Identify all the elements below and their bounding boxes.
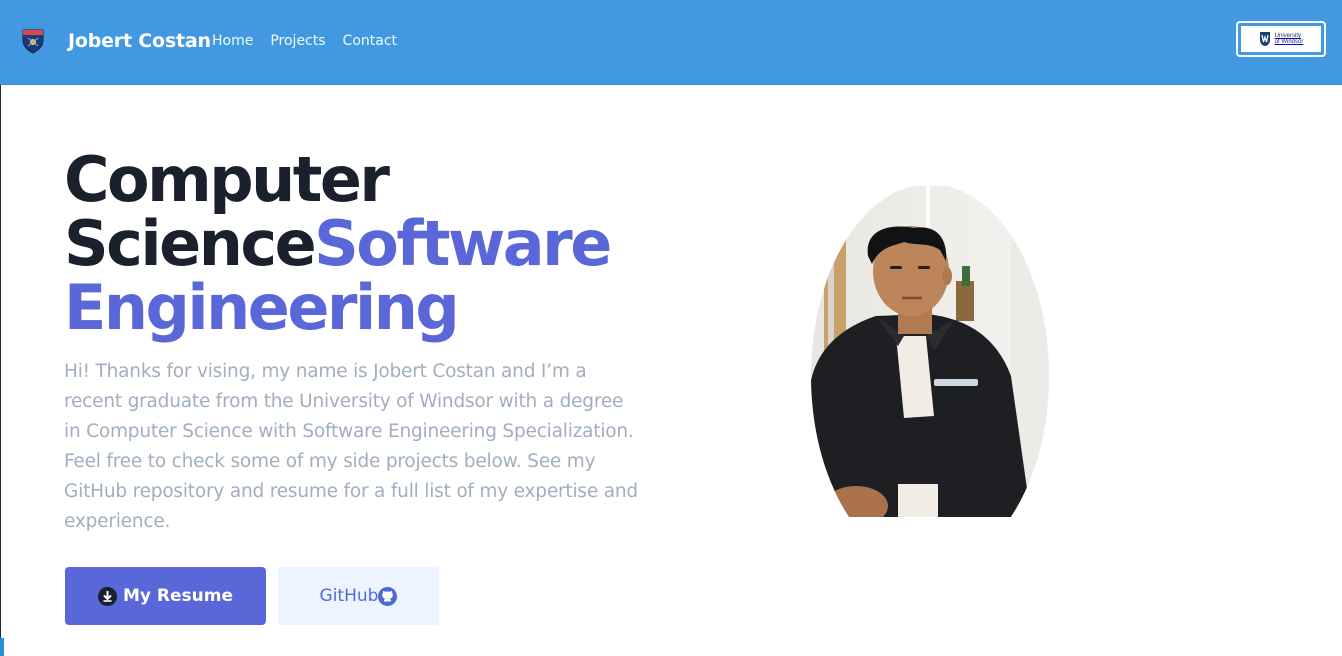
brand-name: Jobert Costan bbox=[68, 30, 211, 52]
nav-link-projects[interactable]: Projects bbox=[270, 33, 325, 49]
top-navbar: Jobert Costan Home Projects Contact Univ… bbox=[0, 0, 1342, 85]
university-crest-icon bbox=[20, 28, 46, 54]
resume-button[interactable]: My Resume bbox=[65, 567, 266, 625]
hero-title-software: Software bbox=[314, 207, 612, 280]
scroll-accent bbox=[0, 638, 4, 656]
university-badge-text: University of Windsor bbox=[1275, 33, 1304, 45]
profile-photo bbox=[806, 186, 1050, 517]
nav-link-contact[interactable]: Contact bbox=[343, 33, 397, 49]
hero-title-line1: Computer bbox=[64, 143, 390, 216]
hero-title: Computer ScienceSoftware Engineering bbox=[64, 148, 684, 340]
main-nav: Home Projects Contact bbox=[212, 33, 397, 49]
brand-link[interactable]: Jobert Costan bbox=[20, 28, 211, 54]
nav-link-home[interactable]: Home bbox=[212, 33, 253, 49]
download-icon bbox=[97, 586, 117, 606]
github-button-label: GitHub bbox=[319, 586, 379, 606]
hero-title-engineering: Engineering bbox=[64, 271, 460, 344]
github-icon bbox=[378, 586, 398, 606]
github-button[interactable]: GitHub bbox=[278, 567, 439, 625]
university-badge-link[interactable]: University of Windsor bbox=[1236, 21, 1326, 57]
hero-title-science: Science bbox=[64, 207, 317, 280]
hero-intro: Hi! Thanks for vising, my name is Jobert… bbox=[64, 361, 638, 532]
uwindsor-logo-icon bbox=[1259, 31, 1271, 47]
resume-button-label: My Resume bbox=[122, 586, 233, 606]
university-badge-line2: of Windsor bbox=[1274, 39, 1304, 45]
page-left-border bbox=[0, 0, 1, 656]
university-badge: University of Windsor bbox=[1241, 26, 1321, 52]
